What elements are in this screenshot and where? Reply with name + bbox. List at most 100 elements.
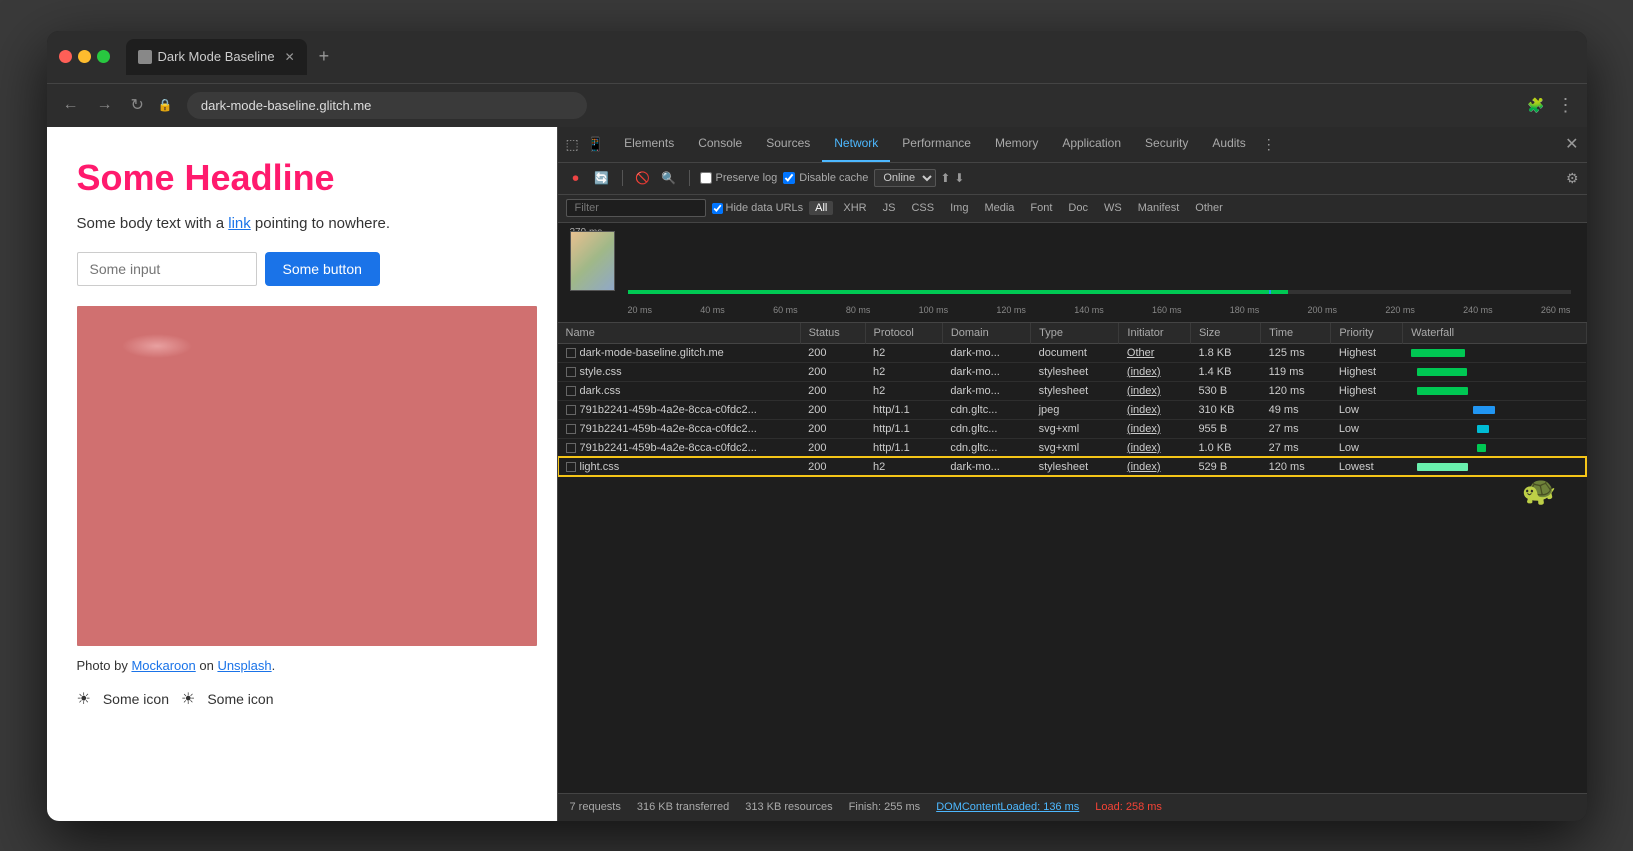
cell-type: jpeg xyxy=(1031,400,1119,419)
devtools-tabs: ⬚ 📱 Elements Console Sources Network Per… xyxy=(558,127,1587,163)
cell-initiator[interactable]: (index) xyxy=(1119,438,1191,457)
settings-icon[interactable]: ⚙ xyxy=(1566,170,1579,187)
tab-network[interactable]: Network xyxy=(822,127,890,163)
table-row[interactable]: dark-mode-baseline.glitch.me 200 h2 dark… xyxy=(558,343,1587,362)
close-button[interactable] xyxy=(59,50,72,63)
filter-manifest[interactable]: Manifest xyxy=(1132,201,1186,215)
cell-initiator[interactable]: (index) xyxy=(1119,400,1191,419)
col-time[interactable]: Time xyxy=(1261,323,1331,344)
body-text-link[interactable]: link xyxy=(228,215,251,232)
cell-waterfall xyxy=(1403,457,1586,476)
tab-audits[interactable]: Audits xyxy=(1200,127,1257,163)
tab-performance[interactable]: Performance xyxy=(890,127,983,163)
forward-button[interactable]: → xyxy=(93,92,117,118)
cell-time: 120 ms xyxy=(1261,457,1331,476)
device-icon[interactable]: 📱 xyxy=(587,136,604,153)
filter-font[interactable]: Font xyxy=(1024,201,1058,215)
tab-memory[interactable]: Memory xyxy=(983,127,1050,163)
cell-initiator[interactable]: (index) xyxy=(1119,362,1191,381)
col-waterfall[interactable]: Waterfall xyxy=(1403,323,1586,344)
cell-name: 791b2241-459b-4a2e-8cca-c0fdc2... xyxy=(558,400,801,419)
waterfall-bar xyxy=(1411,349,1465,357)
some-button[interactable]: Some button xyxy=(265,252,380,286)
menu-icon[interactable]: ⋮ xyxy=(1557,95,1575,116)
timeline-ticks: 20 ms 40 ms 60 ms 80 ms 100 ms 120 ms 14… xyxy=(628,305,1571,315)
waterfall-bar-container xyxy=(1411,404,1531,416)
cell-name: style.css xyxy=(558,362,801,381)
col-initiator[interactable]: Initiator xyxy=(1119,323,1191,344)
more-tabs-button[interactable]: ⋮ xyxy=(1262,136,1276,153)
cell-domain: cdn.gltc... xyxy=(942,438,1030,457)
preserve-log-checkbox[interactable]: Preserve log xyxy=(700,172,778,184)
mockaroon-link[interactable]: Mockaroon xyxy=(131,658,195,673)
filter-css[interactable]: CSS xyxy=(905,201,940,215)
filter-other[interactable]: Other xyxy=(1189,201,1229,215)
filter-img[interactable]: Img xyxy=(944,201,974,215)
cell-status: 200 xyxy=(800,400,865,419)
hide-data-urls-checkbox[interactable]: Hide data URLs xyxy=(712,202,804,214)
filter-js[interactable]: JS xyxy=(877,201,902,215)
col-priority[interactable]: Priority xyxy=(1331,323,1403,344)
filter-input[interactable] xyxy=(566,199,706,217)
clear-button[interactable]: 🚫 xyxy=(633,168,653,188)
devtools-close-button[interactable]: ✕ xyxy=(1565,134,1578,154)
cell-initiator[interactable]: (index) xyxy=(1119,381,1191,400)
preserve-log-label: Preserve log xyxy=(716,172,778,184)
tab-elements[interactable]: Elements xyxy=(612,127,686,163)
turtle-emoji: 🐢 xyxy=(1522,474,1557,507)
col-type[interactable]: Type xyxy=(1031,323,1119,344)
unsplash-link[interactable]: Unsplash xyxy=(217,658,271,673)
address-input[interactable] xyxy=(187,92,587,119)
minimize-button[interactable] xyxy=(78,50,91,63)
dom-content-loaded[interactable]: DOMContentLoaded: 136 ms xyxy=(936,801,1079,813)
col-status[interactable]: Status xyxy=(800,323,865,344)
cell-size: 1.8 KB xyxy=(1190,343,1260,362)
back-button[interactable]: ← xyxy=(59,92,83,118)
download-icon: ⬇ xyxy=(954,171,964,185)
inspect-icon[interactable]: ⬚ xyxy=(566,136,579,153)
cell-initiator[interactable]: (index) xyxy=(1119,457,1191,476)
throttle-select[interactable]: Online xyxy=(874,169,936,187)
col-protocol[interactable]: Protocol xyxy=(865,323,942,344)
maximize-button[interactable] xyxy=(97,50,110,63)
col-domain[interactable]: Domain xyxy=(942,323,1030,344)
tab-sources[interactable]: Sources xyxy=(754,127,822,163)
reload-button[interactable]: ↻ xyxy=(127,91,148,119)
filter-ws[interactable]: WS xyxy=(1098,201,1128,215)
search-network-button[interactable]: 🔍 xyxy=(659,168,679,188)
row-icon xyxy=(566,424,576,434)
filter-all[interactable]: All xyxy=(809,201,833,215)
tab-console[interactable]: Console xyxy=(686,127,754,163)
photo-credit-mid: on xyxy=(196,658,218,673)
tab-close-button[interactable]: ✕ xyxy=(285,50,295,64)
table-row[interactable]: 791b2241-459b-4a2e-8cca-c0fdc2... 200 ht… xyxy=(558,438,1587,457)
disable-cache-checkbox[interactable]: Disable cache xyxy=(783,172,868,184)
col-size[interactable]: Size xyxy=(1190,323,1260,344)
filter-doc[interactable]: Doc xyxy=(1062,201,1094,215)
col-name[interactable]: Name xyxy=(558,323,801,344)
active-tab[interactable]: Dark Mode Baseline ✕ xyxy=(126,39,307,75)
waterfall-bar-container xyxy=(1411,366,1531,378)
reload-recording-button[interactable]: 🔄 xyxy=(592,168,612,188)
table-row[interactable]: 791b2241-459b-4a2e-8cca-c0fdc2... 200 ht… xyxy=(558,400,1587,419)
filter-xhr[interactable]: XHR xyxy=(837,201,872,215)
filter-media[interactable]: Media xyxy=(978,201,1020,215)
cell-protocol: h2 xyxy=(865,381,942,400)
waterfall-bar-container xyxy=(1411,461,1531,473)
record-button[interactable]: ⏺ xyxy=(566,168,586,188)
table-row[interactable]: dark.css 200 h2 dark-mo... stylesheet (i… xyxy=(558,381,1587,400)
cell-initiator[interactable]: (index) xyxy=(1119,419,1191,438)
table-row[interactable]: 791b2241-459b-4a2e-8cca-c0fdc2... 200 ht… xyxy=(558,419,1587,438)
row-icon xyxy=(566,462,576,472)
cell-initiator[interactable]: Other xyxy=(1119,343,1191,362)
some-input[interactable] xyxy=(77,252,257,286)
extensions-icon[interactable]: 🧩 xyxy=(1527,97,1544,114)
new-tab-button[interactable]: + xyxy=(311,42,338,71)
main-area: Some Headline Some body text with a link… xyxy=(47,127,1587,821)
some-icon-label-1: Some icon xyxy=(103,691,169,707)
table-row[interactable]: light.css 200 h2 dark-mo... stylesheet (… xyxy=(558,457,1587,476)
tab-application[interactable]: Application xyxy=(1050,127,1133,163)
devtools-statusbar: 7 requests 316 KB transferred 313 KB res… xyxy=(558,793,1587,821)
tab-security[interactable]: Security xyxy=(1133,127,1200,163)
table-row[interactable]: style.css 200 h2 dark-mo... stylesheet (… xyxy=(558,362,1587,381)
